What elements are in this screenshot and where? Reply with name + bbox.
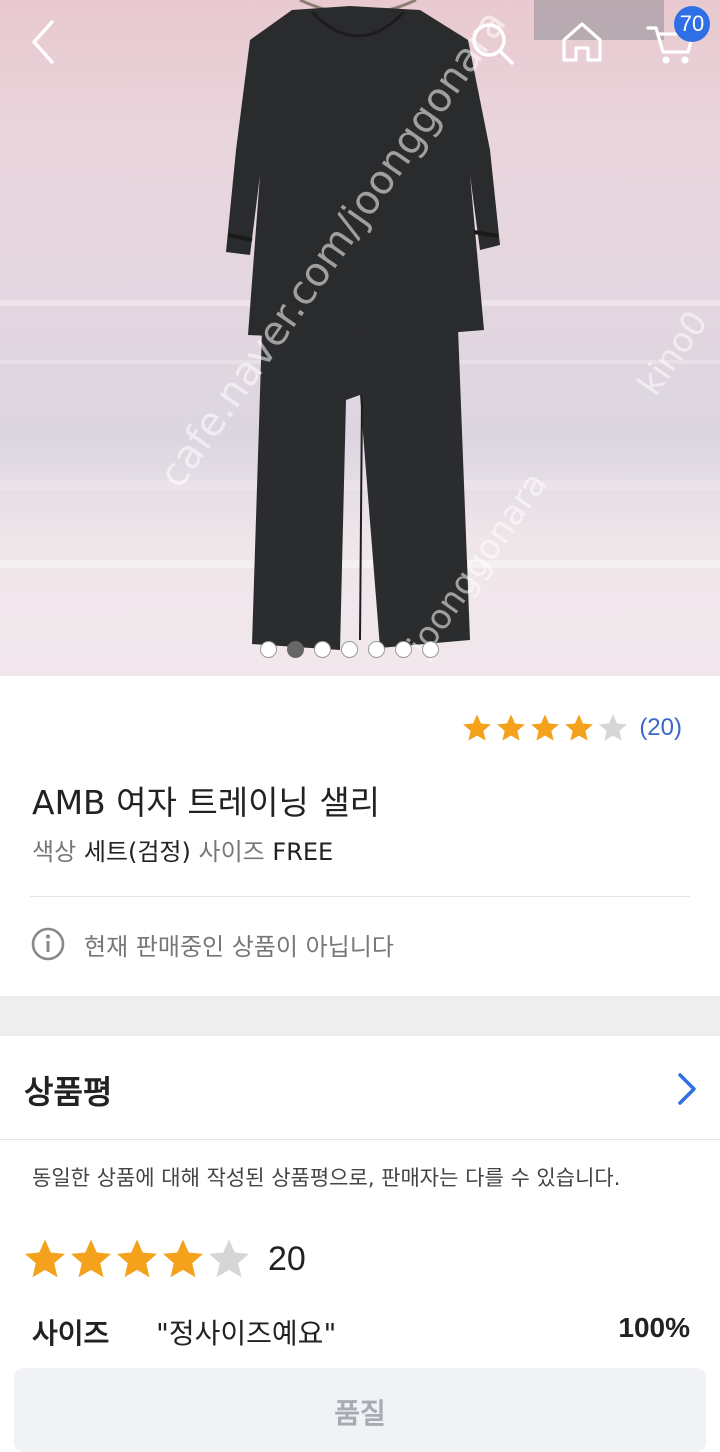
star-empty-icon [599, 714, 628, 741]
product-image-carousel[interactable]: cafe.naver.com/joonggonara kino0 joonggo… [0, 0, 720, 676]
size-value: FREE [272, 838, 334, 866]
star-rating-large [22, 1236, 252, 1282]
carousel-dot[interactable] [287, 641, 304, 658]
back-button[interactable] [14, 12, 74, 72]
quality-tab-button[interactable]: 품질 [14, 1368, 706, 1452]
carousel-dot[interactable] [422, 641, 439, 658]
star-filled-icon [71, 1239, 111, 1278]
back-arrow-icon [32, 20, 54, 64]
color-value: 세트(검정) [83, 838, 191, 866]
star-rating [461, 712, 631, 744]
product-title: AMB 여자 트레이닝 샐리 [32, 783, 381, 822]
notice-text: 현재 판매중인 상품이 아닙니다 [84, 932, 394, 961]
size-feedback-answer: "정사이즈예요" [156, 1317, 337, 1350]
search-icon [472, 23, 514, 65]
star-filled-icon [463, 714, 492, 741]
size-feedback-row: 사이즈 "정사이즈예요" 100% [32, 1312, 690, 1352]
carousel-indicator [260, 641, 439, 658]
divider [30, 896, 690, 897]
carousel-dot[interactable] [341, 641, 358, 658]
size-feedback-label: 사이즈 [32, 1317, 110, 1350]
size-feedback-percent: 100% [618, 1312, 690, 1343]
star-filled-icon [163, 1239, 203, 1278]
star-filled-icon [497, 714, 526, 741]
cart-count-badge: 70 [674, 6, 710, 42]
info-icon [31, 927, 65, 961]
star-filled-icon [565, 714, 594, 741]
carousel-dot[interactable] [395, 641, 412, 658]
star-filled-icon [531, 714, 560, 741]
review-note: 동일한 상품에 대해 작성된 상품평으로, 판매자는 다를 수 있습니다. [32, 1166, 621, 1190]
carousel-dot[interactable] [314, 641, 331, 658]
home-button[interactable] [552, 12, 612, 72]
sale-notice: 현재 판매중인 상품이 아닙니다 [30, 926, 394, 962]
star-empty-icon [209, 1239, 249, 1278]
reviews-header[interactable]: 상품평 [0, 1037, 720, 1140]
product-options: 색상 세트(검정) 사이즈 FREE [32, 832, 333, 867]
review-count: (20) [639, 714, 682, 741]
star-filled-icon [25, 1239, 65, 1278]
quality-label: 품질 [334, 1397, 386, 1430]
chevron-right-icon [678, 1073, 696, 1105]
review-summary-rating: 20 [22, 1236, 306, 1282]
carousel-dot[interactable] [260, 641, 277, 658]
home-icon [562, 22, 602, 62]
review-total: 20 [268, 1239, 306, 1278]
color-label: 색상 [32, 838, 77, 866]
size-label: 사이즈 [198, 838, 265, 866]
section-title: 상품평 [24, 1073, 113, 1111]
section-spacer [0, 996, 720, 1036]
product-photo [226, 0, 500, 650]
search-button[interactable] [462, 12, 522, 72]
carousel-dot[interactable] [368, 641, 385, 658]
product-rating[interactable]: (20) [461, 712, 682, 744]
star-filled-icon [117, 1239, 157, 1278]
